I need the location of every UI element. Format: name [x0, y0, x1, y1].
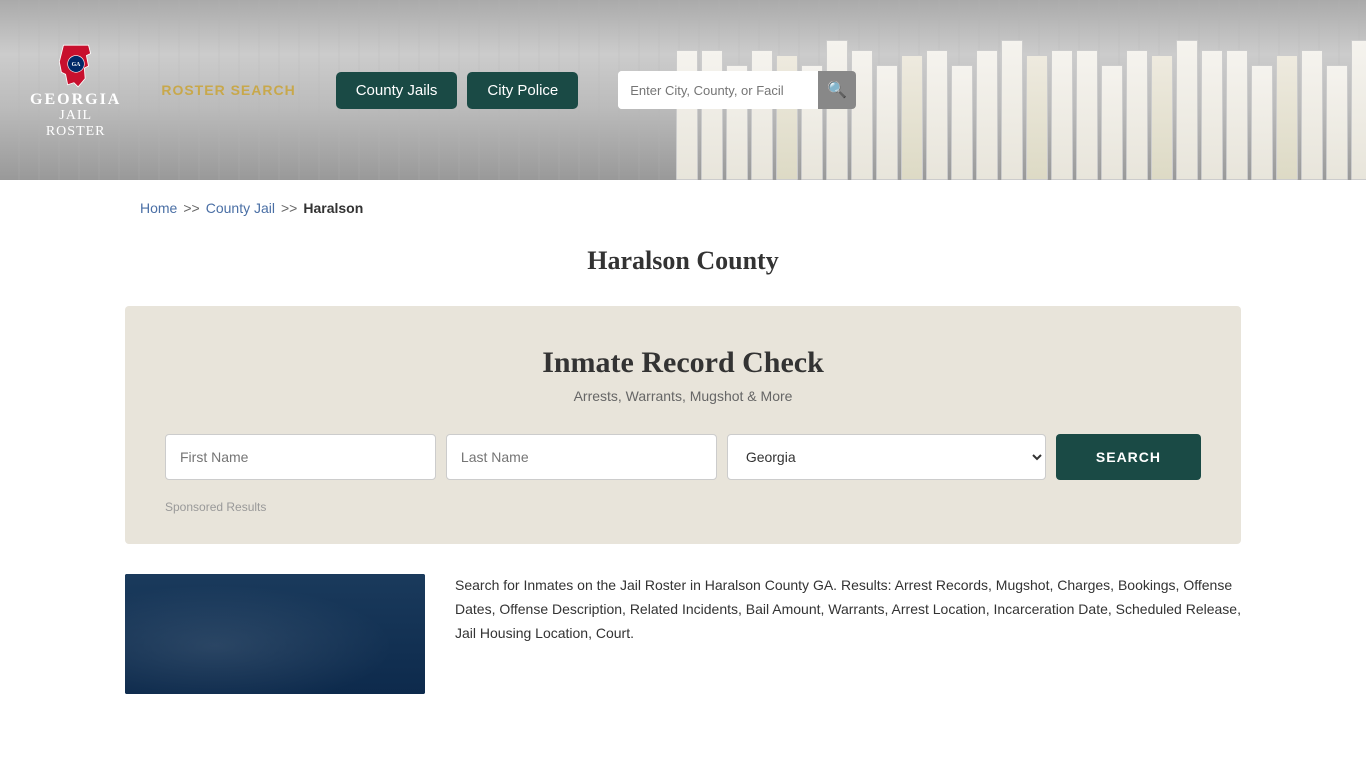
header-search-input[interactable] — [618, 71, 818, 109]
last-name-input[interactable] — [446, 434, 717, 480]
page-title: Haralson County — [0, 246, 1366, 276]
inmate-check-subtitle: Arrests, Warrants, Mugshot & More — [165, 388, 1201, 404]
inmate-record-section: Inmate Record Check Arrests, Warrants, M… — [125, 306, 1241, 544]
breadcrumb-sep-2: >> — [281, 200, 297, 216]
description-section: Search for Inmates on the Jail Roster in… — [125, 574, 1241, 694]
inmate-check-title: Inmate Record Check — [165, 346, 1201, 380]
inmate-search-button[interactable]: SEARCH — [1056, 434, 1201, 480]
header-nav: ROSTER SEARCH County Jails City Police 🔍 — [161, 71, 1336, 109]
breadcrumb-county-jail[interactable]: County Jail — [206, 200, 275, 216]
header-content: GA GEORGIA JAIL ROSTER ROSTER SEARCH Cou… — [0, 0, 1366, 180]
nav-buttons: County Jails City Police — [336, 72, 579, 109]
site-logo[interactable]: GA GEORGIA JAIL ROSTER — [30, 41, 121, 139]
sponsored-label: Sponsored Results — [165, 500, 1201, 514]
inmate-search-form: AlabamaAlaskaArizonaArkansasCaliforniaCo… — [165, 434, 1201, 480]
roster-search-link[interactable]: ROSTER SEARCH — [161, 82, 295, 98]
breadcrumb: Home >> County Jail >> Haralson — [0, 180, 1366, 236]
description-text: Search for Inmates on the Jail Roster in… — [455, 574, 1241, 645]
first-name-input[interactable] — [165, 434, 436, 480]
description-image-overlay — [125, 574, 425, 694]
svg-text:GA: GA — [71, 62, 81, 68]
logo-text-jail: JAIL — [59, 108, 92, 123]
city-police-button[interactable]: City Police — [467, 72, 578, 109]
header-search-bar: 🔍 — [618, 71, 856, 109]
breadcrumb-home[interactable]: Home — [140, 200, 177, 216]
description-image — [125, 574, 425, 694]
breadcrumb-current: Haralson — [303, 200, 363, 216]
county-jails-button[interactable]: County Jails — [336, 72, 458, 109]
state-select[interactable]: AlabamaAlaskaArizonaArkansasCaliforniaCo… — [727, 434, 1046, 480]
breadcrumb-sep-1: >> — [183, 200, 199, 216]
logo-text-georgia: GEORGIA — [30, 91, 121, 109]
logo-text-roster: ROSTER — [46, 124, 106, 139]
site-header: GA GEORGIA JAIL ROSTER ROSTER SEARCH Cou… — [0, 0, 1366, 180]
georgia-state-icon: GA — [51, 41, 101, 91]
header-search-button[interactable]: 🔍 — [818, 71, 856, 109]
search-icon: 🔍 — [827, 80, 847, 100]
